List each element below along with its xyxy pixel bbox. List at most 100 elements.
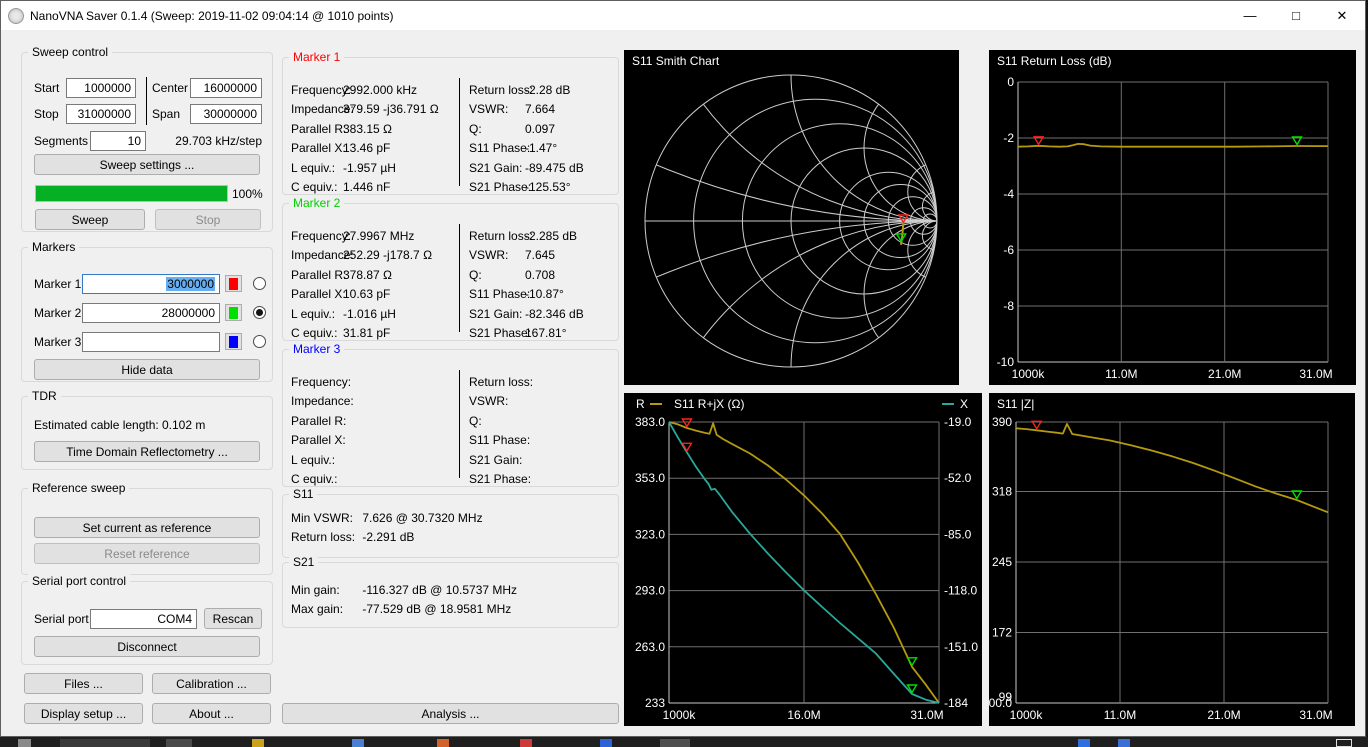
task-view-icon[interactable] (166, 739, 192, 747)
active-app-tile[interactable] (660, 739, 690, 747)
detail-value: 0.708 (525, 268, 555, 282)
marker-detail-row: L equiv.:-1.016 µH (291, 305, 432, 324)
detail-value: 167.81° (525, 326, 567, 340)
marker1-color-swatch (229, 278, 238, 290)
reset-reference-button[interactable]: Reset reference (34, 543, 260, 564)
maximize-button[interactable]: □ (1273, 1, 1319, 30)
detail-value: -1.957 µH (343, 161, 396, 175)
marker3-frequency-input[interactable] (82, 332, 220, 352)
taskbar-app-icon[interactable] (252, 739, 264, 747)
close-button[interactable]: ✕ (1319, 1, 1365, 30)
svg-text:31.0M: 31.0M (1299, 708, 1332, 722)
svg-text:11.0M: 11.0M (1104, 708, 1136, 722)
calibration-button[interactable]: Calibration ... (152, 673, 271, 694)
files-button[interactable]: Files ... (24, 673, 143, 694)
marker1-color-button[interactable] (225, 275, 242, 292)
svg-text:16.0M: 16.0M (787, 708, 820, 722)
about-button[interactable]: About ... (152, 703, 271, 724)
taskbar-app-icon[interactable] (1118, 739, 1130, 747)
marker-detail-row: VSWR:7.664 (469, 100, 584, 119)
sweep-progress-bar (35, 185, 228, 202)
group-title-markers: Markers (28, 240, 79, 254)
hide-data-button[interactable]: Hide data (34, 359, 260, 380)
stop-button[interactable]: Stop (155, 209, 261, 230)
s11-smith-chart[interactable]: S11 Smith Chart (624, 50, 959, 385)
sweep-button[interactable]: Sweep (35, 209, 145, 230)
segments-input[interactable]: 10 (90, 131, 146, 151)
marker2-color-button[interactable] (225, 304, 242, 321)
disconnect-button[interactable]: Disconnect (34, 636, 260, 657)
taskbar-app-icon[interactable] (352, 739, 364, 747)
display-setup-button[interactable]: Display setup ... (24, 703, 143, 724)
svg-text:323.0: 323.0 (635, 527, 665, 541)
detail-value: 7.645 (525, 248, 555, 262)
info-value: 7.626 @ 30.7320 MHz (362, 511, 482, 525)
detail-label: Q: (469, 412, 525, 431)
marker-detail-row: Parallel X: (291, 431, 343, 450)
s11-z-chart[interactable]: 390318245172100.0991000k11.0M21.0M31.0MS… (989, 393, 1355, 726)
tdr-button[interactable]: Time Domain Reflectometry ... (34, 441, 260, 462)
app-window: NanoVNA Saver 0.1.4 (Sweep: 2019-11-02 0… (0, 0, 1366, 737)
app-icon (8, 8, 24, 24)
detail-label: Impedance: (291, 100, 343, 119)
tray-icon[interactable] (1336, 739, 1352, 747)
svg-text:31.0M: 31.0M (1299, 367, 1332, 381)
svg-text:172: 172 (992, 626, 1012, 640)
marker2-radio[interactable] (253, 306, 266, 319)
divider (459, 78, 460, 186)
svg-text:245: 245 (992, 555, 1012, 569)
start-input[interactable]: 1000000 (66, 78, 136, 98)
detail-value: -2.28 dB (525, 83, 570, 97)
set-reference-button[interactable]: Set current as reference (34, 517, 260, 538)
svg-text:99: 99 (999, 690, 1013, 704)
marker-detail-row: Parallel R:378.87 Ω (291, 266, 432, 285)
s11-return-loss-chart[interactable]: 0-2-4-6-8-101000k11.0M21.0M31.0MS11 Retu… (989, 50, 1356, 385)
start-button-icon[interactable] (18, 739, 31, 747)
detail-label: S21 Gain: (469, 451, 525, 470)
s11-rjx-chart[interactable]: 383.0353.0323.0293.0263.0233-19.0-52.0-8… (624, 393, 982, 726)
svg-text:-52.0: -52.0 (944, 471, 972, 485)
marker1-panel-title: Marker 1 (289, 50, 344, 64)
marker3-color-button[interactable] (225, 333, 242, 350)
svg-text:1000k: 1000k (1010, 708, 1044, 722)
search-box[interactable] (60, 739, 150, 747)
marker-detail-row: S21 Phase:167.81° (469, 324, 584, 343)
rescan-button[interactable]: Rescan (204, 608, 262, 629)
taskbar-app-icon[interactable] (600, 739, 612, 747)
svg-text:S11 |Z|: S11 |Z| (997, 397, 1034, 411)
marker1-frequency-input[interactable]: 3000000 (82, 274, 220, 294)
start-label: Start (34, 81, 59, 95)
svg-text:31.0M: 31.0M (910, 708, 943, 722)
serial-port-input[interactable]: COM4 (90, 609, 197, 629)
taskbar-app-icon[interactable] (437, 739, 449, 747)
taskbar-app-icon[interactable] (1078, 739, 1090, 747)
sweep-settings-button[interactable]: Sweep settings ... (34, 154, 260, 175)
s11-info-row: Return loss: -2.291 dB (291, 528, 483, 547)
marker2-frequency-input[interactable]: 28000000 (82, 303, 220, 323)
marker3-color-swatch (229, 336, 238, 348)
info-label: Return loss: (291, 528, 359, 547)
marker-detail-row: Frequency:27.9967 MHz (291, 227, 432, 246)
marker-detail-row: S11 Phase:-10.87° (469, 285, 584, 304)
marker2-color-swatch (229, 307, 238, 319)
info-label: Min gain: (291, 581, 359, 600)
s21-panel-title: S21 (289, 555, 318, 569)
marker1-radio[interactable] (253, 277, 266, 290)
stop-input[interactable]: 31000000 (66, 104, 136, 124)
span-input[interactable]: 30000000 (190, 104, 262, 124)
marker2-panel-title: Marker 2 (289, 196, 344, 210)
marker-detail-row: Q:0.708 (469, 266, 584, 285)
marker-detail-row: VSWR:7.645 (469, 246, 584, 265)
detail-value: -2.285 dB (525, 229, 577, 243)
svg-text:263.0: 263.0 (635, 640, 665, 654)
svg-text:-118.0: -118.0 (944, 584, 977, 598)
marker1-detail-panel: Marker 1 Frequency:2992.000 kHzImpedance… (282, 57, 619, 195)
taskbar-app-icon[interactable] (520, 739, 532, 747)
marker3-radio[interactable] (253, 335, 266, 348)
stop-label: Stop (34, 107, 59, 121)
marker-detail-row: Return loss: (469, 373, 525, 392)
analysis-button[interactable]: Analysis ... (282, 703, 619, 724)
center-input[interactable]: 16000000 (190, 78, 262, 98)
minimize-button[interactable]: — (1227, 1, 1273, 30)
detail-value: 379.59 -j36.791 Ω (343, 102, 439, 116)
